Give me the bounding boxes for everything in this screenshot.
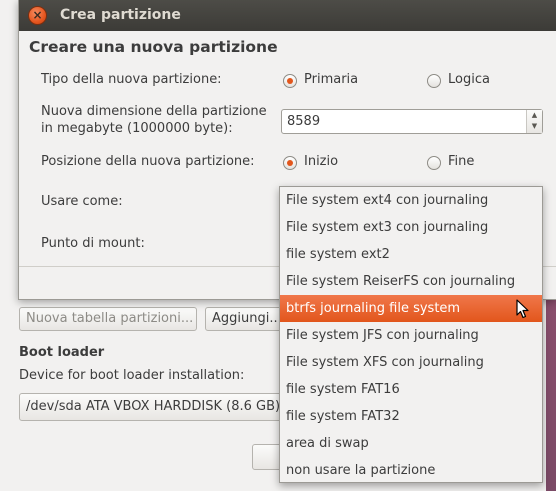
radio-end-label[interactable]: Fine (448, 154, 474, 169)
partition-size-label-line2: in megabyte (1000000 byte): (41, 121, 233, 136)
radio-primary-label[interactable]: Primaria (304, 72, 358, 87)
partition-position-label: Posizione della nuova partizione: (41, 154, 255, 169)
radio-end[interactable] (427, 156, 441, 170)
spin-arrows-icon[interactable]: ▲ ▼ (526, 110, 542, 133)
radio-logical-label[interactable]: Logica (448, 72, 490, 87)
radio-logical[interactable] (427, 74, 441, 88)
dialog-title: Crea partizione (60, 7, 181, 23)
menu-item-ext3[interactable]: File system ext3 con journaling (280, 214, 542, 241)
dialog-titlebar: × Crea partizione (19, 0, 556, 31)
menu-item-fat32[interactable]: file system FAT32 (280, 403, 542, 430)
add-partition-button[interactable]: Aggiungi... (205, 307, 285, 331)
menu-item-fat16[interactable]: file system FAT16 (280, 376, 542, 403)
partition-size-label-line1: Nuova dimensione della partizione (41, 104, 267, 119)
mouse-pointer-icon (516, 299, 529, 319)
partition-type-label: Tipo della nuova partizione: (41, 72, 222, 87)
menu-item-do-not-use[interactable]: non usare la partizione (280, 457, 542, 484)
boot-device-label: Device for boot loader installation: (19, 368, 245, 383)
dialog-heading: Creare una nuova partizione (29, 38, 278, 56)
radio-beginning[interactable] (283, 156, 297, 170)
close-icon[interactable]: × (28, 6, 47, 25)
boot-device-select[interactable]: /dev/sda ATA VBOX HARDDISK (8.6 GB) (19, 393, 289, 421)
menu-item-xfs[interactable]: File system XFS con journaling (280, 349, 542, 376)
menu-item-ext4[interactable]: File system ext4 con journaling (280, 187, 542, 214)
menu-item-reiserfs[interactable]: File system ReiserFS con journaling (280, 268, 542, 295)
menu-item-swap[interactable]: area di swap (280, 430, 542, 457)
new-partition-table-button[interactable]: Nuova tabella partizioni... (19, 307, 197, 331)
radio-primary[interactable] (283, 74, 297, 88)
menu-item-jfs[interactable]: File system JFS con journaling (280, 322, 542, 349)
partition-size-spinner[interactable]: 8589 ▲ ▼ (281, 109, 543, 134)
filesystem-dropdown-menu[interactable]: File system ext4 con journaling File sys… (279, 186, 543, 483)
radio-beginning-label[interactable]: Inizio (304, 154, 338, 169)
menu-item-btrfs-label: btrfs journaling file system (286, 301, 461, 316)
partition-size-value[interactable]: 8589 (287, 114, 320, 129)
menu-item-btrfs[interactable]: btrfs journaling file system (280, 295, 542, 322)
use-as-label: Usare come: (41, 194, 123, 209)
mount-point-label: Punto di mount: (41, 236, 145, 251)
boot-loader-heading: Boot loader (19, 345, 105, 360)
menu-item-ext2[interactable]: file system ext2 (280, 241, 542, 268)
